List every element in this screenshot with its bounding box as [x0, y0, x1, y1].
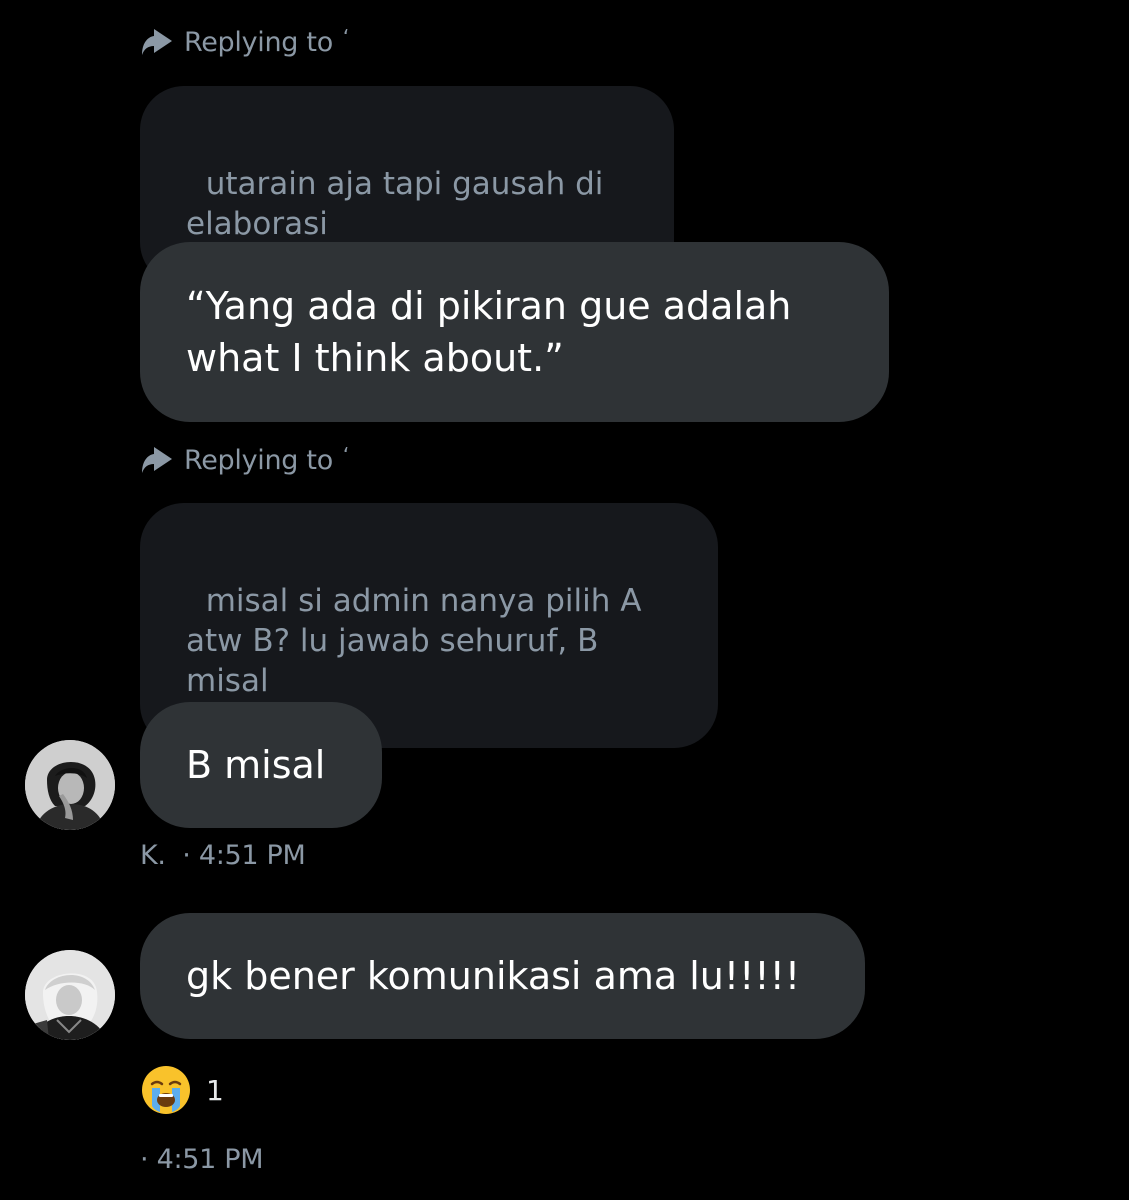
message-text: gk bener komunikasi ama lu!!!!!	[186, 954, 801, 998]
replying-to-row[interactable]: Replying to ‘	[140, 22, 349, 62]
message-text: “Yang ada di pikiran gue adalah what I t…	[186, 284, 792, 380]
loudly-crying-face-icon	[140, 1064, 192, 1116]
reaction[interactable]: 1	[140, 1064, 224, 1116]
message-text: B misal	[186, 743, 326, 787]
replying-to-label: Replying to	[184, 26, 333, 58]
quoted-message-text: utarain aja tapi gausah di elaborasi	[186, 166, 604, 242]
user-avatar-2-icon	[25, 950, 115, 1040]
replying-to-row[interactable]: Replying to ‘	[140, 440, 349, 480]
message-meta: · 4:51 PM	[140, 1144, 264, 1175]
message-meta: K. · 4:51 PM	[140, 840, 306, 871]
message-bubble[interactable]: B misal	[140, 702, 382, 828]
reply-arrow-icon	[140, 25, 176, 59]
avatar[interactable]	[25, 950, 115, 1040]
reaction-count: 1	[206, 1073, 224, 1107]
message-bubble[interactable]: “Yang ada di pikiran gue adalah what I t…	[140, 242, 889, 422]
message-bubble[interactable]: gk bener komunikasi ama lu!!!!!	[140, 913, 865, 1039]
avatar[interactable]	[25, 740, 115, 830]
reply-target[interactable]: ‘	[343, 443, 349, 467]
quoted-message-text: misal si admin nanya pilih A atw B? lu j…	[186, 583, 642, 699]
reply-target[interactable]: ‘	[343, 25, 349, 49]
replying-to-label: Replying to	[184, 444, 333, 476]
user-avatar-1-icon	[25, 740, 115, 830]
reply-arrow-icon	[140, 443, 176, 477]
